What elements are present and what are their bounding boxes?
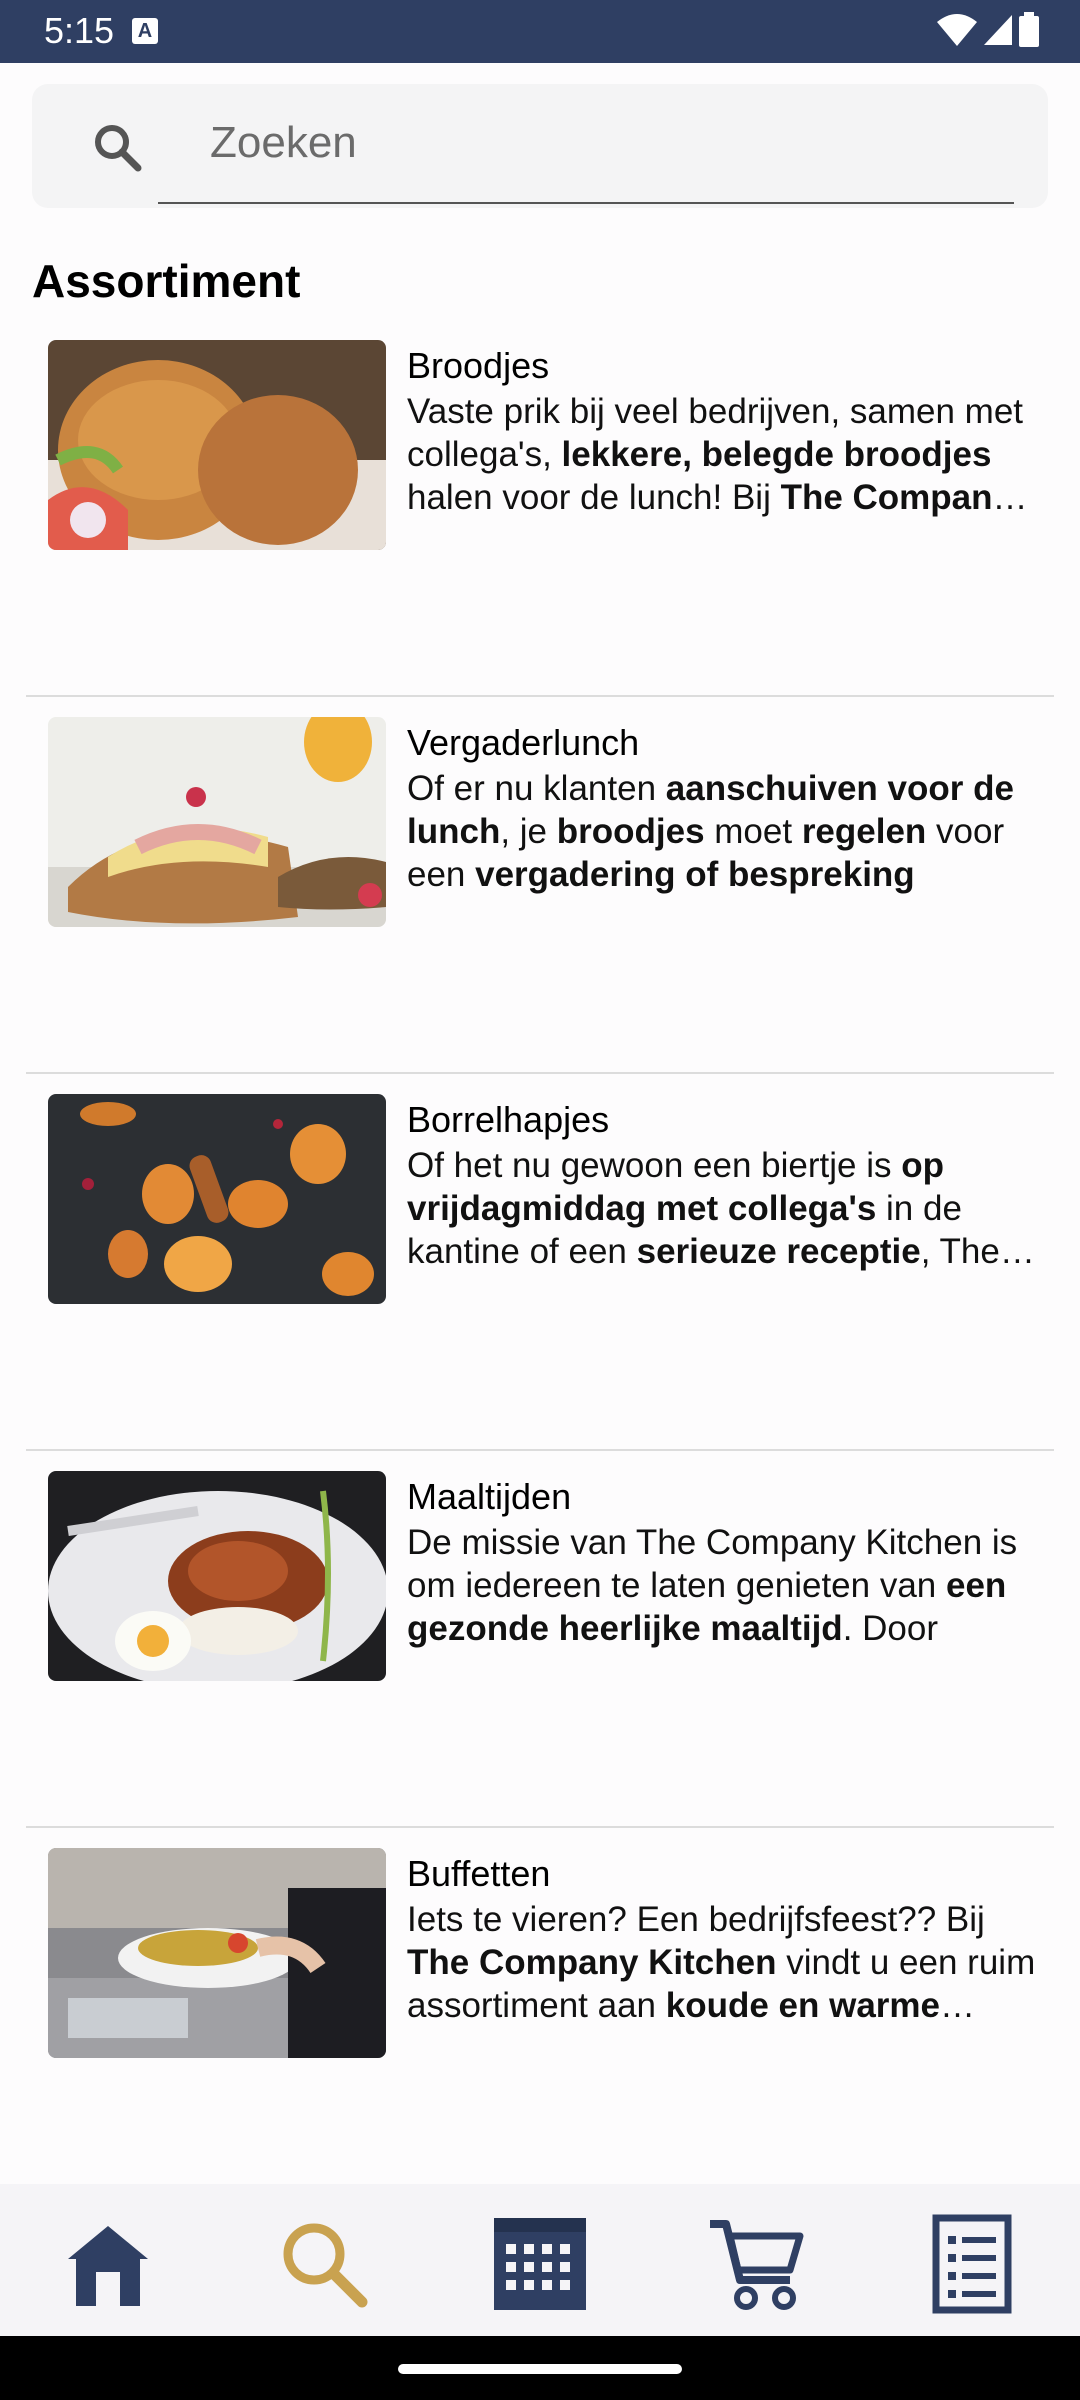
vergaderlunch-image <box>48 717 386 927</box>
search-bar <box>32 84 1048 208</box>
nav-orders[interactable] <box>922 2214 1022 2314</box>
section-title: Assortiment <box>32 255 301 307</box>
buffetten-image <box>48 1848 386 2058</box>
borrelhapjes-image <box>48 1094 386 1304</box>
broodjes-image <box>48 340 386 550</box>
status-bar: 5:15 A <box>0 0 1080 63</box>
signal-icon <box>983 15 1012 45</box>
item-description: Of er nu klanten aanschuiven voor de lun… <box>407 769 1014 894</box>
item-title: Broodjes <box>407 345 550 386</box>
status-time: 5:15 <box>44 10 115 51</box>
item-title: Buffetten <box>407 1853 551 1894</box>
item-title: Vergaderlunch <box>407 722 640 763</box>
item-description: Iets te vieren? Een bedrijfsfeest?? Bij … <box>407 1900 1036 2025</box>
cart-icon <box>710 2220 804 2310</box>
list-item[interactable]: Vergaderlunch Of er nu klanten aanschuiv… <box>26 697 1054 1074</box>
home-gesture-handle[interactable] <box>398 2364 682 2374</box>
list-item[interactable]: Maaltijden De missie van The Company Kit… <box>26 1451 1054 1828</box>
item-title: Maaltijden <box>407 1476 572 1517</box>
maaltijden-image <box>48 1471 386 1681</box>
list-item[interactable]: Broodjes Vaste prik bij veel bedrijven, … <box>26 320 1054 697</box>
bottom-navigation <box>0 2184 1080 2336</box>
wifi-icon <box>937 14 978 46</box>
gesture-bar <box>0 2336 1080 2400</box>
item-description: Vaste prik bij veel bedrijven, samen met… <box>407 392 1024 517</box>
list-item[interactable]: Buffetten Iets te vieren? Een bedrijfsfe… <box>26 1828 1054 2205</box>
item-description: De missie van The Company Kitchen is om … <box>407 1523 1018 1648</box>
nav-search[interactable] <box>274 2214 374 2314</box>
item-description: Of het nu gewoon een biertje is op vrijd… <box>407 1146 1000 1271</box>
list-item[interactable]: Borrelhapjes Of het nu gewoon een biertj… <box>26 1074 1054 1451</box>
search-icon <box>283 2223 368 2308</box>
home-icon <box>68 2226 148 2306</box>
status-icons <box>937 12 1040 52</box>
product-list: Broodjes Vaste prik bij veel bedrijven, … <box>26 320 1054 2205</box>
nav-home[interactable] <box>58 2214 158 2314</box>
nav-calendar[interactable] <box>490 2214 590 2314</box>
item-title: Borrelhapjes <box>407 1099 610 1140</box>
list-icon <box>932 2214 1012 2314</box>
search-input[interactable] <box>158 84 1014 204</box>
calendar-icon <box>494 2218 586 2310</box>
nav-cart[interactable] <box>706 2214 806 2314</box>
battery-icon <box>1019 12 1039 47</box>
notification-icon: A <box>132 18 158 44</box>
search-icon <box>95 125 142 172</box>
